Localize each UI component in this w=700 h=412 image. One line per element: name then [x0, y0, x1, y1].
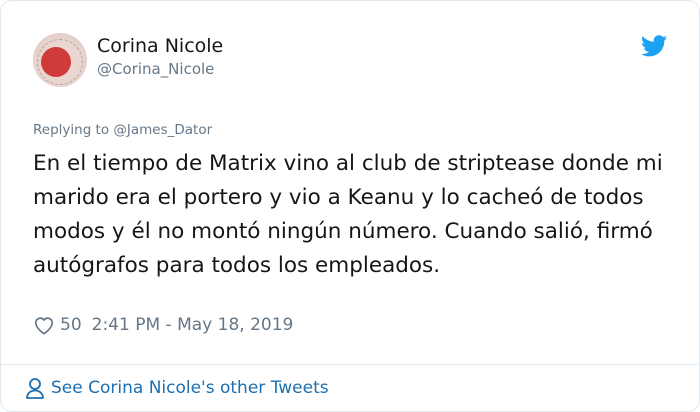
see-other-tweets-label: See Corina Nicole's other Tweets — [51, 378, 329, 398]
tweet-timestamp[interactable]: 2:41 PM - May 18, 2019 — [92, 315, 294, 335]
replying-to[interactable]: Replying to @James_Dator — [33, 122, 212, 138]
author-name[interactable]: Corina Nicole — [97, 35, 223, 57]
avatar-seal — [41, 47, 71, 77]
heart-icon[interactable] — [33, 315, 55, 335]
see-other-tweets-link[interactable]: See Corina Nicole's other Tweets — [25, 375, 329, 401]
tweet-meta: 50 2:41 PM - May 18, 2019 — [33, 313, 293, 337]
twitter-bird-icon[interactable] — [641, 35, 667, 57]
author-handle[interactable]: @Corina_Nicole — [97, 60, 214, 78]
tweet-card: Corina Nicole @Corina_Nicole Replying to… — [0, 0, 700, 412]
divider — [1, 364, 699, 365]
person-icon — [26, 378, 44, 399]
like-count: 50 — [60, 315, 82, 335]
tweet-text: En el tiempo de Matrix vino al club de s… — [33, 151, 663, 278]
avatar[interactable] — [33, 33, 87, 87]
